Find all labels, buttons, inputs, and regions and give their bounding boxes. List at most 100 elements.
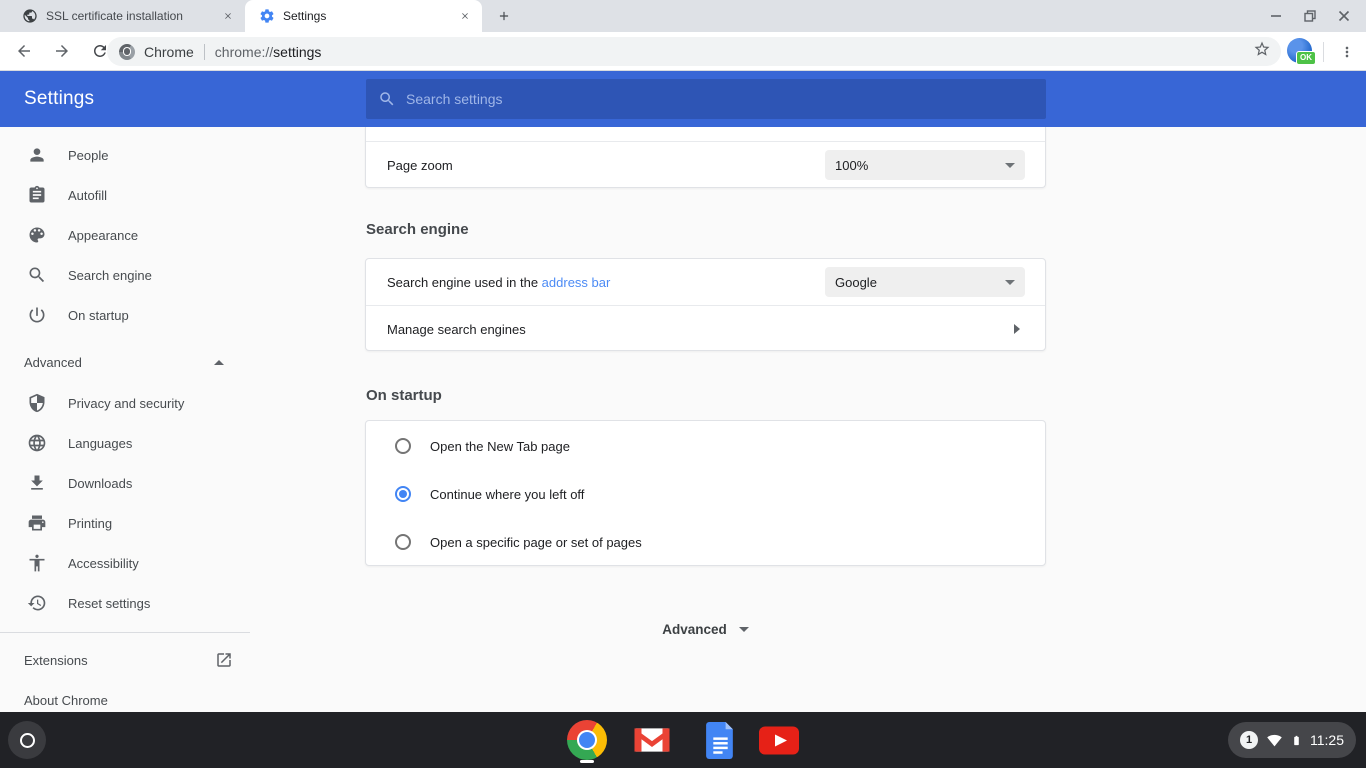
radio-button[interactable]: [395, 438, 411, 454]
manage-search-engines-label: Manage search engines: [387, 322, 526, 337]
screen: SSL certificate installation Settings Ch…: [0, 0, 1366, 768]
page-zoom-dropdown[interactable]: 100%: [825, 150, 1025, 180]
battery-icon: [1291, 732, 1302, 749]
shelf-app-gmail[interactable]: [632, 720, 672, 760]
clock: 11:25: [1310, 732, 1344, 748]
sidebar-item-appearance[interactable]: Appearance: [0, 215, 250, 255]
search-engine-label: Search engine used in the address bar: [387, 275, 610, 290]
back-button[interactable]: [10, 37, 38, 65]
shelf-app-youtube[interactable]: [759, 720, 799, 760]
three-dots-icon: [1339, 44, 1355, 60]
radio-label: Open the New Tab page: [430, 439, 570, 454]
sidebar-item-label: About Chrome: [24, 693, 108, 708]
profile-avatar[interactable]: OK: [1287, 38, 1317, 66]
person-icon: [27, 145, 47, 165]
appearance-card: Page zoom 100%: [365, 127, 1046, 188]
sidebar-item-search-engine[interactable]: Search engine: [0, 255, 250, 295]
notification-count-badge: 1: [1240, 731, 1258, 749]
chromeos-shelf: 1 11:25: [0, 712, 1366, 768]
tab-title: SSL certificate installation: [46, 9, 211, 23]
globe-icon: [27, 433, 47, 453]
settings-main: Page zoom 100% Search engine Search engi…: [365, 127, 1046, 712]
sidebar-item-label: Extensions: [24, 653, 88, 668]
tab-ssl-certificate[interactable]: SSL certificate installation: [8, 0, 245, 32]
browser-toolbar: Chrome chrome:// settings OK: [0, 32, 1366, 71]
sidebar-item-label: Printing: [68, 516, 112, 531]
bookmark-star-button[interactable]: [1253, 40, 1271, 63]
settings-search-box[interactable]: [366, 79, 1046, 119]
address-bar-link[interactable]: address bar: [542, 275, 611, 290]
close-window-button[interactable]: [1334, 6, 1354, 26]
wifi-icon: [1266, 733, 1283, 748]
sidebar-item-accessibility[interactable]: Accessibility: [0, 543, 250, 583]
forward-button[interactable]: [48, 37, 76, 65]
sidebar-item-languages[interactable]: Languages: [0, 423, 250, 463]
shelf-app-docs[interactable]: [700, 720, 740, 760]
page-zoom-row: Page zoom 100%: [366, 142, 1045, 188]
sidebar-item-label: Privacy and security: [68, 396, 184, 411]
printer-icon: [27, 513, 47, 533]
tab-settings[interactable]: Settings: [245, 0, 482, 32]
radio-label: Open a specific page or set of pages: [430, 535, 642, 550]
accessibility-icon: [27, 553, 47, 573]
tab-strip: SSL certificate installation Settings: [0, 0, 1366, 32]
tab-title: Settings: [283, 9, 448, 23]
search-engine-dropdown[interactable]: Google: [825, 267, 1025, 297]
launcher-circle-icon: [20, 733, 35, 748]
search-engine-card: Search engine used in the address bar Go…: [365, 258, 1046, 351]
tab-close-icon[interactable]: [456, 7, 474, 25]
radio-button[interactable]: [395, 486, 411, 502]
chevron-down-icon: [1005, 163, 1015, 168]
chevron-down-icon: [1005, 280, 1015, 285]
on-startup-card: Open the New Tab page Continue where you…: [365, 420, 1046, 566]
address-bar[interactable]: Chrome chrome:// settings: [107, 37, 1281, 66]
youtube-icon: [759, 726, 799, 755]
minimize-button[interactable]: [1266, 6, 1286, 26]
sidebar-advanced-toggle[interactable]: Advanced: [0, 342, 250, 382]
chrome-logo-icon: [567, 720, 607, 760]
tab-close-icon[interactable]: [219, 7, 237, 25]
restore-button[interactable]: [1300, 6, 1320, 26]
settings-search-input[interactable]: [406, 91, 1034, 107]
settings-header: Settings: [0, 71, 1366, 127]
chrome-logo-gray-icon: [119, 44, 135, 60]
radio-label: Continue where you left off: [430, 487, 584, 502]
sidebar-item-reset[interactable]: Reset settings: [0, 583, 250, 623]
search-icon: [27, 265, 47, 285]
docs-icon: [706, 722, 735, 759]
section-title-search-engine: Search engine: [366, 221, 469, 238]
advanced-button-label: Advanced: [662, 622, 727, 637]
sidebar-item-on-startup[interactable]: On startup: [0, 295, 250, 335]
status-tray[interactable]: 1 11:25: [1228, 722, 1356, 758]
search-icon: [378, 90, 396, 108]
manage-search-engines-row[interactable]: Manage search engines: [366, 306, 1045, 352]
sidebar-item-label: Accessibility: [68, 556, 139, 571]
chevron-down-icon: [739, 627, 749, 632]
sidebar-item-autofill[interactable]: Autofill: [0, 175, 250, 215]
startup-option-specific-pages[interactable]: Open a specific page or set of pages: [366, 518, 1045, 566]
new-tab-button[interactable]: [490, 2, 518, 30]
startup-option-continue[interactable]: Continue where you left off: [366, 470, 1045, 518]
radio-button[interactable]: [395, 534, 411, 550]
url-page: settings: [273, 44, 321, 60]
sidebar-item-people[interactable]: People: [0, 135, 250, 175]
toolbar-divider: [1323, 42, 1324, 62]
sidebar-item-label: On startup: [68, 308, 129, 323]
settings-content: People Autofill Appearance Search engine…: [0, 127, 1366, 712]
sidebar-item-extensions[interactable]: Extensions: [0, 640, 250, 680]
startup-option-new-tab[interactable]: Open the New Tab page: [366, 422, 1045, 470]
launcher-button[interactable]: [8, 721, 46, 759]
page-zoom-value: 100%: [835, 158, 868, 173]
shelf-app-chrome[interactable]: [567, 720, 607, 760]
open-in-new-icon: [215, 651, 233, 669]
sidebar-item-label: Languages: [68, 436, 132, 451]
advanced-expand-button[interactable]: Advanced: [365, 616, 1046, 642]
search-engine-value: Google: [835, 275, 877, 290]
sidebar-item-downloads[interactable]: Downloads: [0, 463, 250, 503]
sidebar-item-printing[interactable]: Printing: [0, 503, 250, 543]
power-icon: [27, 305, 47, 325]
sidebar-item-label: Autofill: [68, 188, 107, 203]
sidebar-item-privacy[interactable]: Privacy and security: [0, 383, 250, 423]
menu-button[interactable]: [1333, 38, 1361, 66]
page-title: Settings: [24, 71, 94, 127]
